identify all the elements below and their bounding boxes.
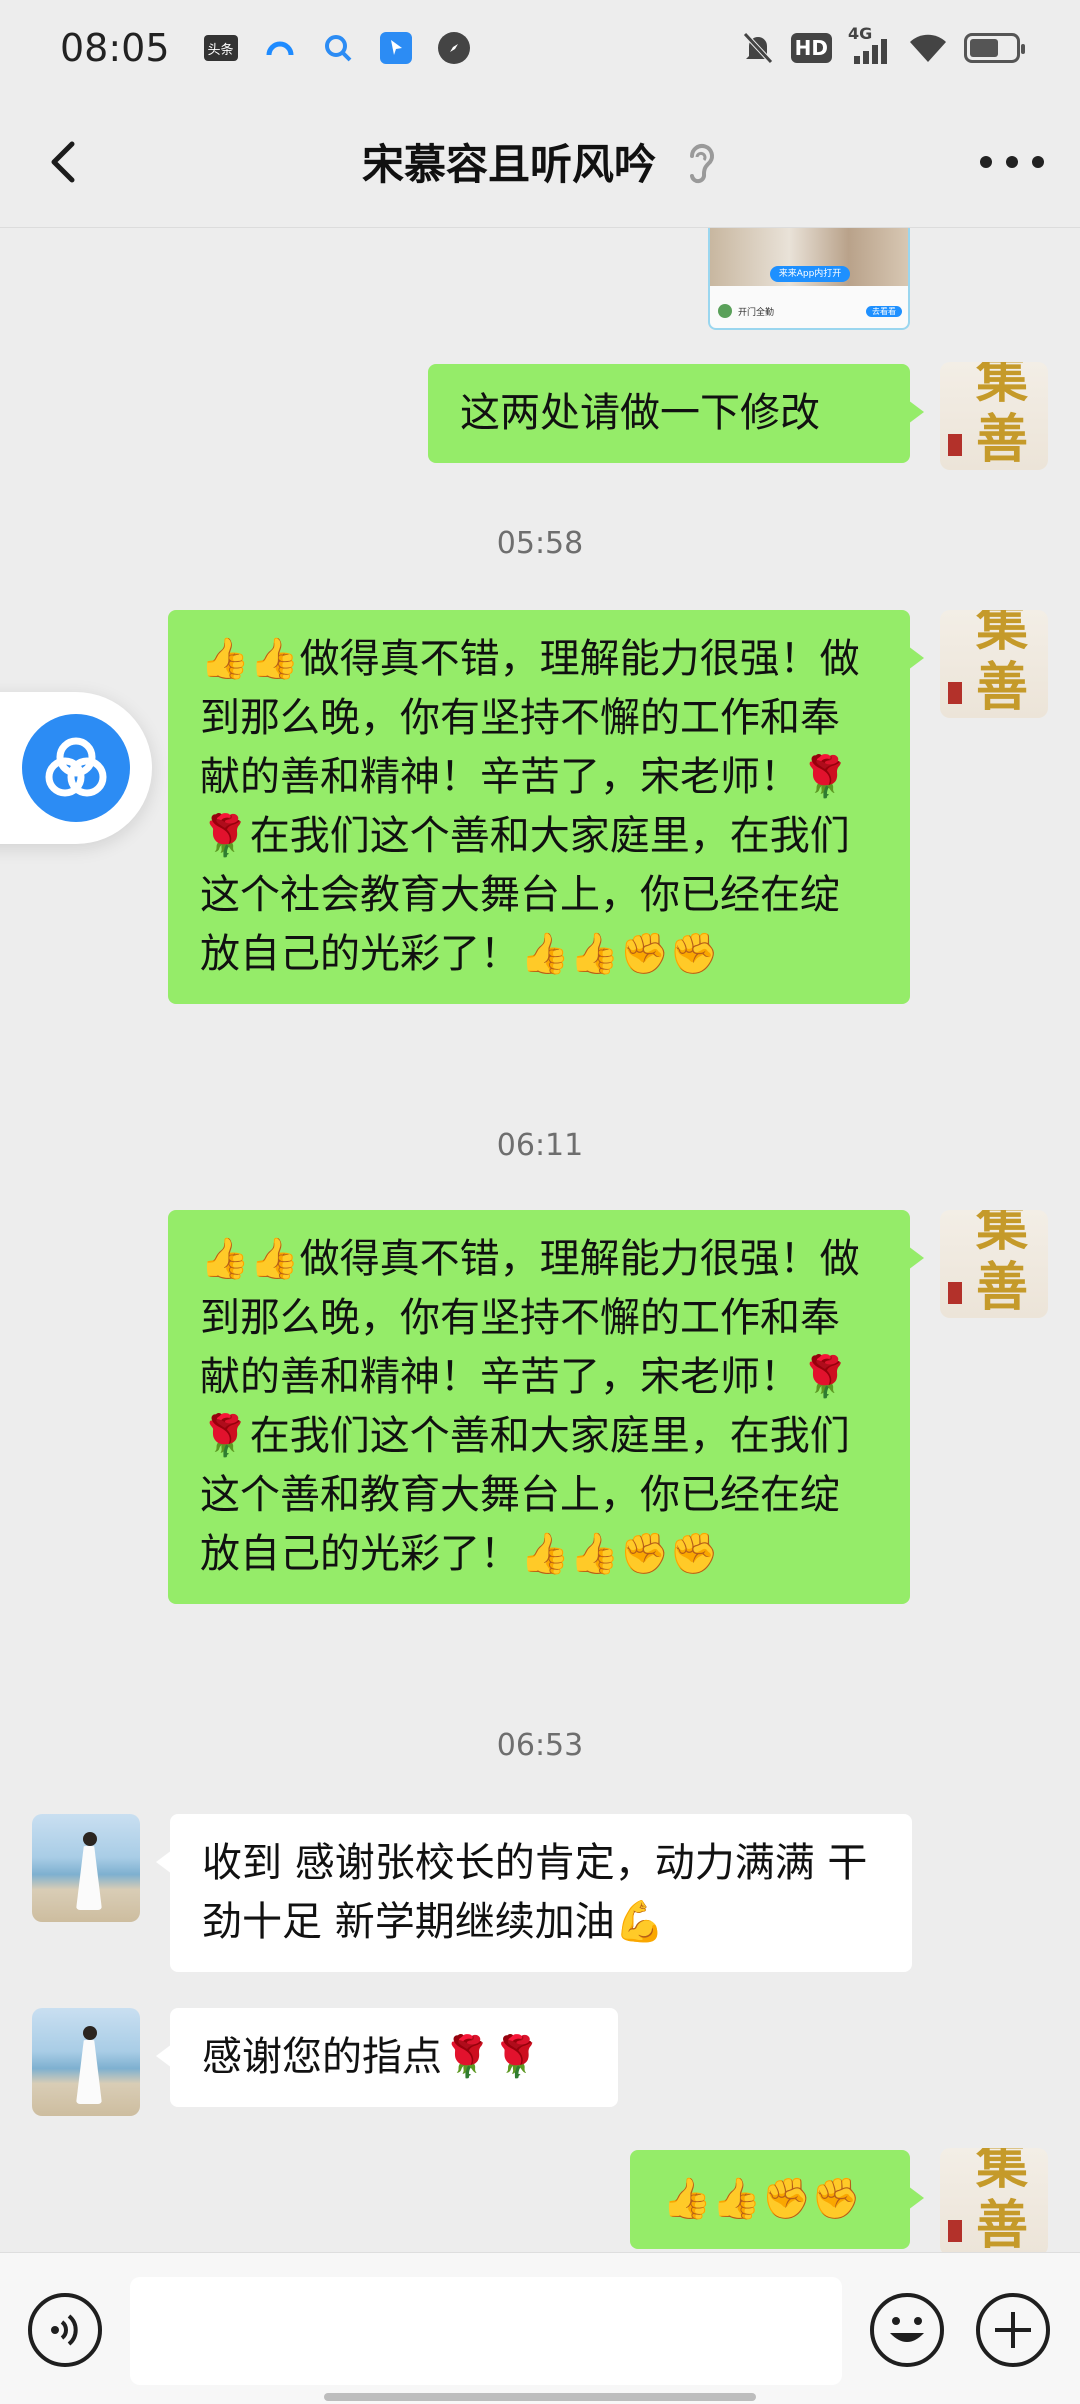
my-avatar[interactable]: 集 善 <box>940 1210 1048 1318</box>
message-bubble-sent[interactable]: 👍👍✊✊ <box>630 2150 924 2249</box>
open-in-app-pill: 来来App内打开 <box>770 266 850 282</box>
avatar-calligraphy: 善 <box>976 2195 1029 2252</box>
seal-stamp <box>948 1282 962 1304</box>
back-arrow-icon <box>51 141 75 183</box>
toutiao-app-label: 头条 <box>207 42 234 58</box>
contact-avatar[interactable] <box>32 1814 140 1922</box>
dot-icon <box>980 156 992 168</box>
voice-input-button[interactable] <box>28 2293 102 2367</box>
toutiao-app-icon: 头条 <box>203 35 238 61</box>
timestamp: 06:11 <box>496 1128 584 1163</box>
message-bubble-sent[interactable]: 👍👍做得真不错，理解能力很强！做到那么晚，你有坚持不懈的工作和奉献的善和精神！辛… <box>168 610 924 1004</box>
signal-icon: 4G <box>848 24 892 66</box>
input-toolbar <box>0 2252 1080 2404</box>
earpiece-mode-icon <box>690 143 714 183</box>
message-bubble-sent[interactable]: 这两处请做一下修改 <box>428 364 924 463</box>
more-options-button[interactable] <box>980 142 1044 182</box>
image-footer-row: 开门全勤 去看看 <box>718 300 902 322</box>
message-input[interactable] <box>130 2277 842 2385</box>
my-avatar[interactable]: 集 善 <box>940 610 1048 718</box>
avatar-calligraphy: 善 <box>976 657 1029 718</box>
more-features-button[interactable] <box>976 2293 1050 2367</box>
timestamp: 06:53 <box>496 1728 584 1763</box>
app-logo-icon <box>718 304 732 318</box>
compass-app-icon <box>437 32 470 64</box>
chat-header: 宋慕容且听风吟 <box>0 96 1080 228</box>
seal-stamp <box>948 434 962 456</box>
network-label: 4G <box>848 24 873 43</box>
assistant-logo-icon <box>22 714 130 822</box>
avatar-calligraphy: 善 <box>976 409 1029 470</box>
search-app-icon <box>322 32 354 64</box>
mute-bell-icon <box>741 30 775 66</box>
message-bubble-received[interactable]: 感谢您的指点🌹🌹 <box>156 2008 618 2107</box>
avatar-figure <box>76 2026 102 2106</box>
seal-stamp <box>948 682 962 704</box>
my-avatar[interactable]: 集 善 <box>940 2148 1048 2252</box>
hd-label: HD <box>794 36 828 60</box>
hd-icon: HD <box>790 33 832 63</box>
floating-assistant-button[interactable] <box>0 692 152 844</box>
chat-message-list[interactable]: 来来App内打开 开门全勤 去看看 集 善 这两处请做一下修改 05:58 集 … <box>0 228 1080 2252</box>
message-bubble-received[interactable]: 收到 感谢张校长的肯定，动力满满 干劲十足 新学期继续加油💪 <box>156 1814 912 1972</box>
emoji-icon <box>890 2317 924 2342</box>
battery-icon <box>964 30 1025 66</box>
shared-image-message[interactable]: 来来App内打开 开门全勤 去看看 <box>708 228 910 330</box>
image-footer-button: 去看看 <box>866 305 902 317</box>
message-bubble-sent[interactable]: 👍👍做得真不错，理解能力很强！做到那么晚，你有坚持不懈的工作和奉献的善和精神！辛… <box>168 1210 924 1604</box>
emoji-button[interactable] <box>870 2293 944 2367</box>
avatar-calligraphy: 集 <box>976 1210 1029 1258</box>
status-bar: 08:05 头条 HD 4G <box>0 0 1080 96</box>
my-avatar[interactable]: 集 善 <box>940 362 1048 470</box>
dot-icon <box>1032 156 1044 168</box>
back-button[interactable] <box>36 132 96 192</box>
avatar-calligraphy: 集 <box>976 2148 1029 2196</box>
timestamp: 05:58 <box>496 526 584 561</box>
seal-stamp <box>948 2220 962 2242</box>
app-icon-arc <box>264 32 296 64</box>
wifi-icon <box>908 30 948 66</box>
voice-icon <box>51 2314 78 2346</box>
chat-title: 宋慕容且听风吟 <box>361 140 656 189</box>
dot-icon <box>1006 156 1018 168</box>
navigation-app-icon <box>379 32 412 64</box>
plus-icon <box>995 2312 1031 2348</box>
avatar-calligraphy: 集 <box>976 362 1029 410</box>
image-footer-text: 开门全勤 <box>738 307 775 318</box>
avatar-calligraphy: 善 <box>976 1257 1029 1318</box>
home-indicator[interactable] <box>324 2393 756 2401</box>
contact-avatar[interactable] <box>32 2008 140 2116</box>
avatar-figure <box>76 1832 102 1912</box>
status-time: 08:05 <box>60 26 170 70</box>
avatar-calligraphy: 集 <box>976 610 1029 658</box>
chat-title-wrap: 宋慕容且听风吟 <box>362 131 718 192</box>
